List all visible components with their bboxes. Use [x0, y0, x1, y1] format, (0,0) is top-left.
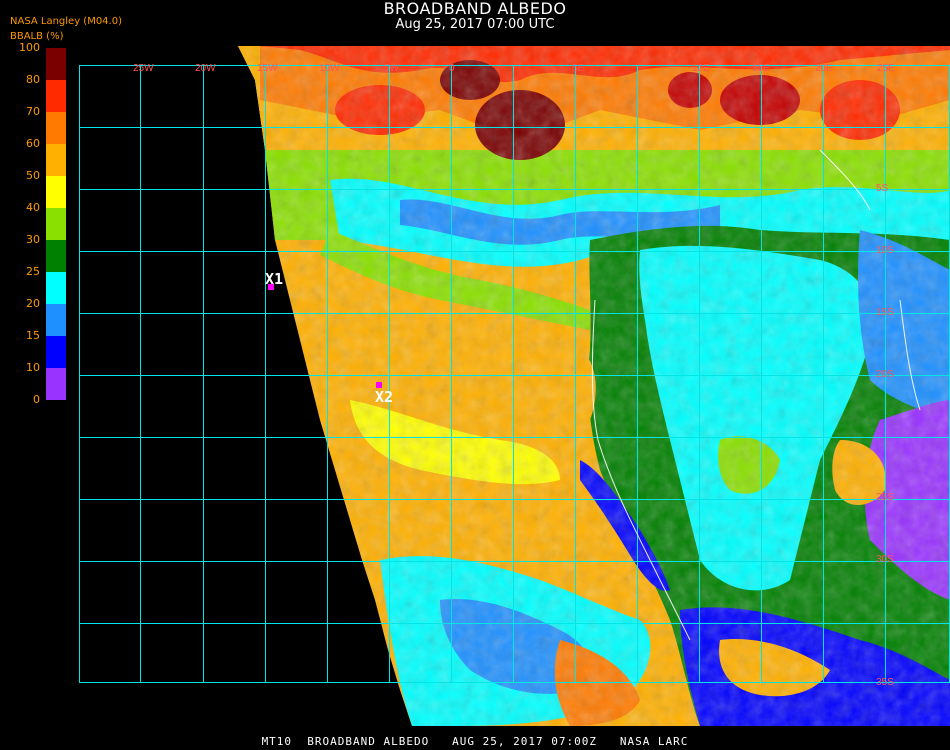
colorbar-tick: 30 — [26, 233, 40, 246]
albedo-map: 25W 20W 15W 10W 5W 0 5E 10E 15E 20E 25E … — [79, 46, 950, 726]
colorbar-tick: 20 — [26, 297, 40, 310]
lat-label: 15S — [876, 307, 894, 318]
lon-label: 15W — [257, 63, 278, 74]
colorbar-segment — [46, 304, 66, 336]
colorbar-tick: 70 — [26, 105, 40, 118]
lon-label: 10E — [692, 63, 710, 74]
lon-label: 10W — [319, 63, 340, 74]
footer-caption: MT10 BROADBAND ALBEDO AUG 25, 2017 07:00… — [261, 735, 689, 748]
colorbar-segment — [46, 240, 66, 272]
colorbar-tick: 25 — [26, 265, 40, 278]
lat-label: 25S — [876, 492, 894, 503]
colorbar-tick: 15 — [26, 329, 40, 342]
page-title: BROADBAND ALBEDO — [383, 0, 567, 18]
colorbar-segment — [46, 336, 66, 368]
colorbar-segment — [46, 112, 66, 144]
lon-label: 20E — [815, 63, 833, 74]
lon-label: 15E — [752, 63, 770, 74]
lon-label: 5W — [384, 63, 400, 74]
colorbar-segment — [46, 48, 66, 80]
agency-label: NASA Langley (M04.0) — [10, 16, 122, 27]
lat-label: 5S — [876, 183, 889, 194]
colorbar-tick: 50 — [26, 169, 40, 182]
lat-label: 20S — [876, 369, 894, 380]
satellite-swath — [238, 46, 950, 726]
colorbar-tick: 40 — [26, 201, 40, 214]
lon-label: 20W — [195, 63, 216, 74]
page-subtitle: Aug 25, 2017 07:00 UTC — [395, 17, 555, 32]
lon-label: 25W — [133, 63, 154, 74]
colorbar-tick: 100 — [19, 41, 40, 54]
colorbar-tick: 60 — [26, 137, 40, 150]
marker-x1: X1 — [265, 270, 283, 290]
colorbar-segment — [46, 80, 66, 112]
lon-label: 0 — [449, 63, 455, 74]
lat-label: 30S — [876, 554, 894, 565]
colorbar-segment — [46, 208, 66, 240]
lat-label: 35S — [876, 677, 894, 688]
colorbar-segment — [46, 368, 66, 400]
lat-label: 10S — [876, 245, 894, 256]
marker-label: X1 — [265, 270, 283, 288]
colorbar-segment — [46, 272, 66, 304]
lon-label: 25E — [877, 63, 895, 74]
colorbar-tick: 0 — [33, 393, 40, 406]
lon-label: 5E — [572, 63, 585, 74]
marker-label: X2 — [375, 388, 393, 406]
colorbar-tick: 10 — [26, 361, 40, 374]
colorbar-tick: 80 — [26, 73, 40, 86]
colorbar — [46, 48, 66, 400]
colorbar-segment — [46, 144, 66, 176]
colorbar-segment — [46, 176, 66, 208]
